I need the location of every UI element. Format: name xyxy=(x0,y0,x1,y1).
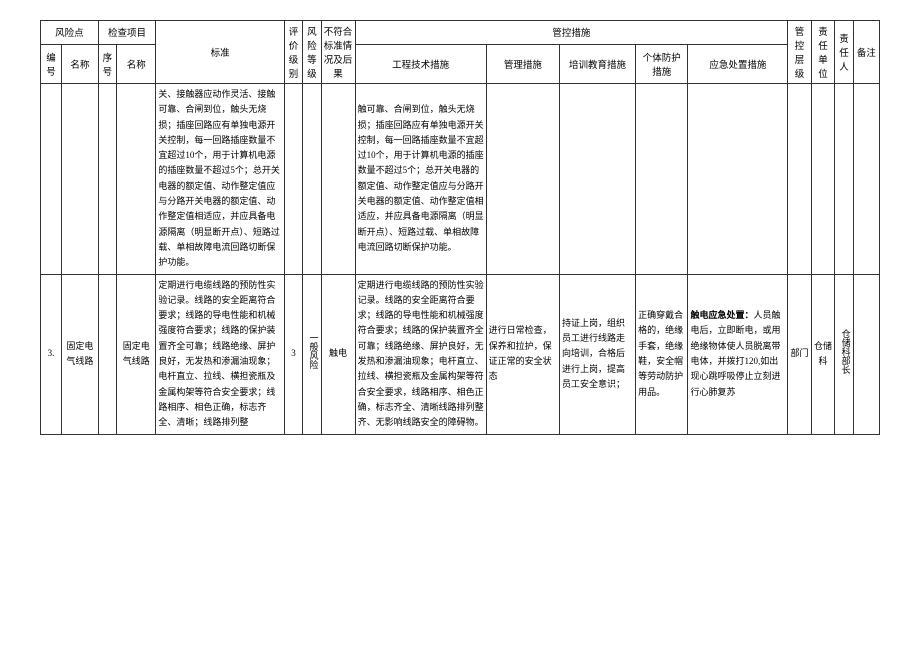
cell-fxdj: 一般风险 xyxy=(303,274,321,434)
header-jianchaxiangmu: 检查项目 xyxy=(98,21,156,45)
cell-zrr: 仓储科部长 xyxy=(835,274,853,434)
cell-xuhao xyxy=(98,274,116,434)
cell-jianchamc: 固定电气线路 xyxy=(117,274,156,434)
cell-mingcheng: 固定电气线路 xyxy=(61,274,98,434)
cell-gongcheng: 定期进行电缆线路的预防性实验记录。线路的安全距离符合要求；线路的导电性能和机械强… xyxy=(355,274,486,434)
header-guankongcuoshi: 管控措施 xyxy=(355,21,788,45)
cell-biaozhun: 定期进行电缆线路的预防性实验记录。线路的安全距离符合要求；线路的导电性能和机械强… xyxy=(156,274,284,434)
header-zerendanwei: 责任单位 xyxy=(811,21,835,84)
cell-peixun: 持证上岗，组织员工进行线路走向培训，合格后进行上岗，提高员工安全意识； xyxy=(560,274,636,434)
header-bianhao: 编号 xyxy=(41,44,62,83)
header-guankongcengji: 管控层级 xyxy=(788,21,812,84)
cell-biaozhun: 关、接触器应动作灵活、接触可靠、合闸到位，触头无烧损；插座回路应有单独电源开关控… xyxy=(156,84,284,275)
table-row: 关、接触器应动作灵活、接触可靠、合闸到位，触头无烧损；插座回路应有单独电源开关控… xyxy=(41,84,880,275)
risk-control-table: 风险点 检查项目 标准 评价级别 风险等级 不符合标准情况及后果 管控措施 管控… xyxy=(40,20,880,435)
header-biaozhun: 标准 xyxy=(156,21,284,84)
cell-zrdw: 仓储科 xyxy=(811,274,835,434)
cell-pjjb xyxy=(284,84,302,275)
cell-zrdw xyxy=(811,84,835,275)
cell-bfh xyxy=(321,84,355,275)
header-xuhao: 序号 xyxy=(98,44,116,83)
cell-gongcheng: 触可靠、合闸到位，触头无烧损；插座回路应有单独电源开关控制，每一回路插座数量不宜… xyxy=(355,84,486,275)
cell-yingji: 触电应急处置：人员触电后，立即断电，或用绝缘物体使人员脱离带电体，并拨打120,… xyxy=(688,274,788,434)
yingji-text: 人员触电后，立即断电，或用绝缘物体使人员脱离带电体，并拨打120,如出现心跳呼吸… xyxy=(690,310,780,396)
cell-gkcj: 部门 xyxy=(788,274,812,434)
cell-getifanghu xyxy=(636,84,688,275)
header-jianchamc: 名称 xyxy=(117,44,156,83)
cell-xuhao xyxy=(98,84,116,275)
cell-bz xyxy=(853,84,879,275)
header-pingjiajiebie: 评价级别 xyxy=(284,21,302,84)
cell-bianhao xyxy=(41,84,62,275)
header-beizhu: 备注 xyxy=(853,21,879,84)
header-mingcheng: 名称 xyxy=(61,44,98,83)
header-yingji: 应急处置措施 xyxy=(688,44,788,83)
yingji-label: 触电应急处置： xyxy=(690,310,753,320)
table-header: 风险点 检查项目 标准 评价级别 风险等级 不符合标准情况及后果 管控措施 管控… xyxy=(41,21,880,84)
cell-bianhao: 3. xyxy=(41,274,62,434)
cell-guanli: 进行日常检查，保养和拉护，保证正常的安全状态 xyxy=(486,274,559,434)
cell-guanli xyxy=(486,84,559,275)
header-getifanghu: 个体防护措施 xyxy=(636,44,688,83)
cell-zrr xyxy=(835,84,853,275)
header-gongcheng: 工程技术措施 xyxy=(355,44,486,83)
cell-gkcj xyxy=(788,84,812,275)
table-row: 3. 固定电气线路 固定电气线路 定期进行电缆线路的预防性实验记录。线路的安全距… xyxy=(41,274,880,434)
header-zerenren: 责任人 xyxy=(835,21,853,84)
cell-zrr-text: 仓储科部长 xyxy=(837,329,852,374)
header-guanli: 管理措施 xyxy=(486,44,559,83)
cell-yingji xyxy=(688,84,788,275)
cell-mingcheng xyxy=(61,84,98,275)
header-fengxiandengji: 风险等级 xyxy=(303,21,321,84)
cell-getifanghu: 正确穿戴合格的，绝缘手套，绝缘鞋，安全帽等劳动防护用品。 xyxy=(636,274,688,434)
cell-fxdj xyxy=(303,84,321,275)
header-peixun: 培训教育措施 xyxy=(560,44,636,83)
cell-bfh: 触电 xyxy=(321,274,355,434)
cell-pjjb: 3 xyxy=(284,274,302,434)
header-bufuhe: 不符合标准情况及后果 xyxy=(321,21,355,84)
header-fengxiandian: 风险点 xyxy=(41,21,99,45)
cell-jianchamc xyxy=(117,84,156,275)
cell-peixun xyxy=(560,84,636,275)
cell-bz xyxy=(853,274,879,434)
cell-fxdj-text: 一般风险 xyxy=(305,333,320,369)
